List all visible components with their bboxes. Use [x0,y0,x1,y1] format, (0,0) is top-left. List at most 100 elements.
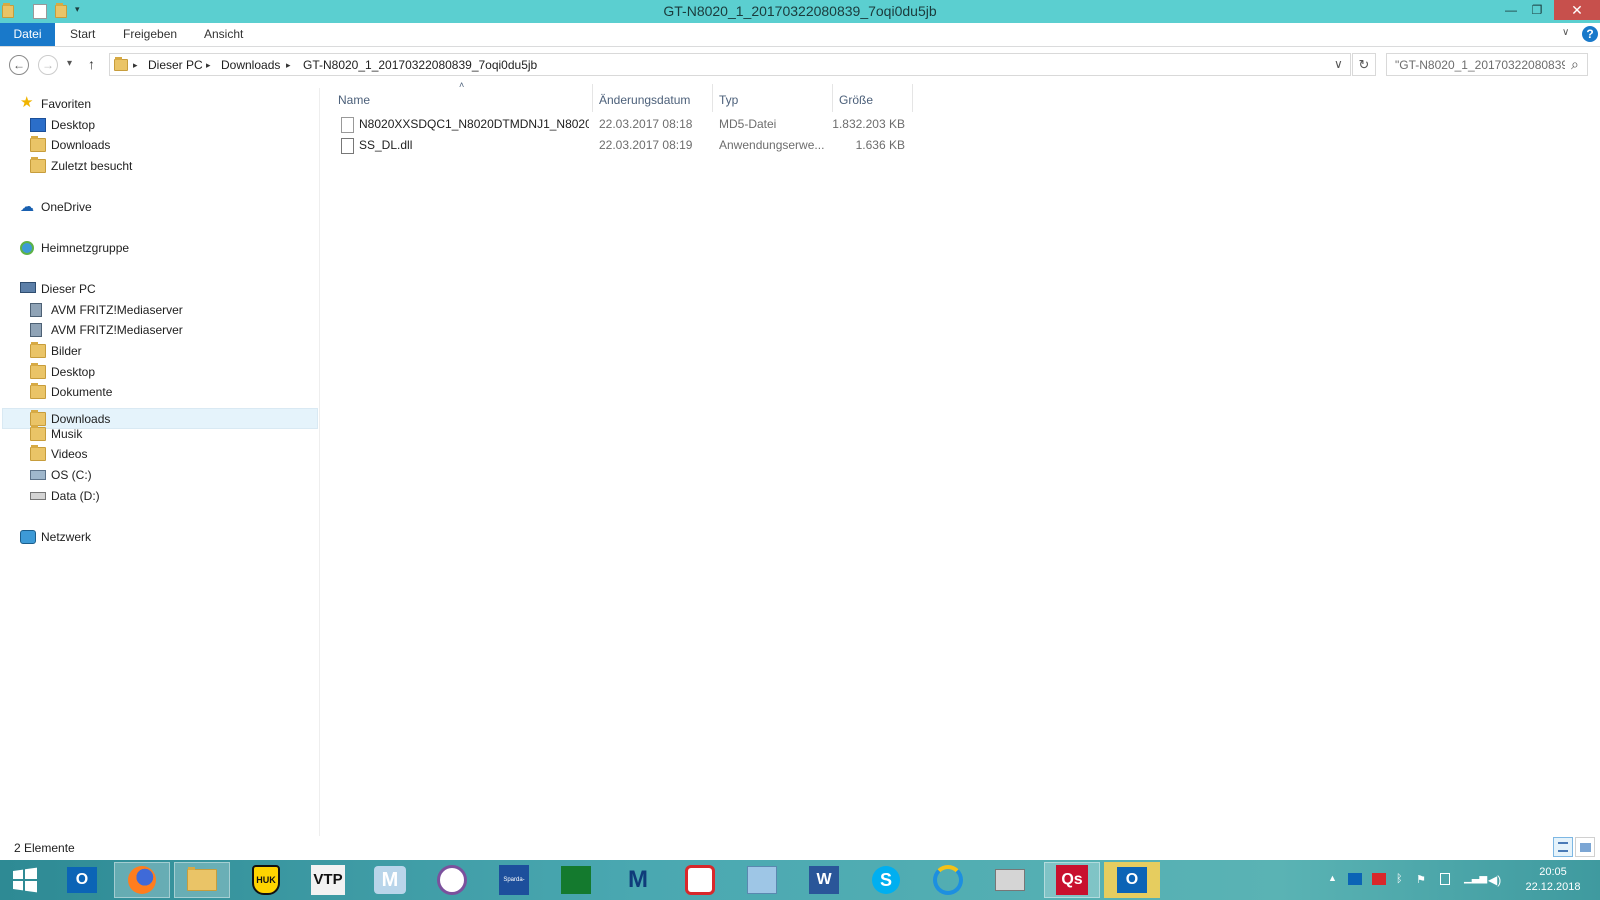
file-date: 22.03.2017 08:18 [599,117,693,131]
file-row[interactable]: SS_DL.dll 22.03.2017 08:19 Anwendungserw… [336,136,912,157]
close-button[interactable]: ✕ [1554,0,1600,20]
file-row[interactable]: N8020XXSDQC1_N8020DTMDNJ1_N8020... 22.03… [336,115,912,136]
network-icon [20,530,36,544]
column-header-size[interactable]: Größe [839,90,873,110]
address-bar[interactable]: ▸ Dieser PC ▸ Downloads ▸ GT-N8020_1_201… [109,53,1351,76]
tray-bluetooth-icon[interactable]: ᛒ [1396,873,1403,885]
media-server-icon [30,323,42,337]
drive-c-icon [30,470,46,480]
tray-flag-icon[interactable]: ⚑ [1416,873,1426,886]
column-header-name[interactable]: Name [338,90,370,110]
column-divider[interactable] [832,84,833,112]
music-folder-icon [30,425,46,441]
start-button[interactable] [0,862,50,898]
tray-signal-icon[interactable]: ▁▃▅ [1464,873,1487,884]
downloads-folder-icon [30,410,46,426]
tab-datei[interactable]: Datei [0,23,55,46]
tray-volume-icon[interactable]: ◀) [1488,873,1501,887]
skype-icon: S [872,866,900,894]
firefox-icon [128,866,156,894]
taskbar-file-explorer[interactable] [174,862,230,898]
taskbar-vtp[interactable]: VTP [300,862,356,898]
breadcrumb-current-folder[interactable]: GT-N8020_1_20170322080839_7oqi0du5jb [303,58,537,72]
navigation-pane: ★ Favoriten Desktop Downloads Zuletzt be… [0,88,320,836]
taskbar-outlook-active[interactable]: O [1104,862,1160,898]
taskbar-huk[interactable]: HUK [238,862,294,898]
large-icons-view-button[interactable] [1575,837,1595,857]
taskbar-skype[interactable]: S [858,862,914,898]
taskbar-printer[interactable] [982,862,1038,898]
viber-icon [437,865,467,895]
clock[interactable]: 20:05 22.12.2018 [1508,865,1598,895]
tab-freigeben[interactable]: Freigeben [109,23,191,46]
tray-show-hidden-icon[interactable]: ▲ [1328,873,1337,883]
file-explorer-icon [187,867,217,891]
back-button[interactable]: ← [9,55,29,75]
taskbar-finance-chart[interactable] [548,862,604,898]
details-view-button[interactable] [1553,837,1573,857]
column-divider[interactable] [592,84,593,112]
tab-ansicht[interactable]: Ansicht [190,23,257,46]
column-header-date[interactable]: Änderungsdatum [599,90,690,110]
large-icons-view-icon [1580,843,1591,852]
taskbar-viber[interactable] [424,862,480,898]
taskbar-qs-app[interactable]: Qs [1044,862,1100,898]
folder-icon [114,57,128,71]
printer-icon [995,869,1025,891]
recent-locations-icon[interactable]: ▾ [67,58,72,69]
tray-battery-icon[interactable] [1440,873,1450,885]
recent-places-icon [30,157,46,173]
control-panel-icon [747,866,777,894]
breadcrumb-separator[interactable]: ▸ [133,60,138,71]
taskbar-internet-explorer[interactable] [920,862,976,898]
file-icon [341,117,354,133]
column-divider[interactable] [712,84,713,112]
search-placeholder: "GT-N8020_1_20170322080839... [1395,58,1565,72]
taskbar-m-app[interactable]: M [362,862,418,898]
taskbar: O HUK VTP M Sparda-Bank M W S Qs [0,860,1600,900]
desktop-folder-icon [30,363,46,379]
minimize-button[interactable]: — [1498,0,1524,20]
breadcrumb-downloads[interactable]: Downloads [221,58,280,72]
taskbar-outlook[interactable]: O [54,862,110,898]
tab-start[interactable]: Start [56,23,109,46]
up-button[interactable]: ↑ [88,56,95,72]
restore-button[interactable]: ❐ [1524,0,1550,20]
taskbar-speedometer[interactable] [672,862,728,898]
tray-antivirus-icon[interactable] [1372,873,1386,885]
forward-button[interactable]: → [38,55,58,75]
internet-explorer-icon [933,865,963,895]
videos-folder-icon [30,445,46,461]
tray-outlook-icon[interactable] [1348,873,1362,885]
breadcrumb-dieser-pc[interactable]: Dieser PC [148,58,203,72]
outlook-icon: O [67,867,97,893]
desktop-icon [30,118,46,132]
chart-icon [561,866,591,894]
huk-shield-icon: HUK [252,865,280,895]
details-view-icon [1558,842,1568,852]
taskbar-m-blue[interactable]: M [610,862,666,898]
taskbar-control-panel[interactable] [734,862,790,898]
homegroup-icon [20,241,34,255]
address-dropdown-icon[interactable]: ∨ [1334,57,1343,71]
taskbar-sparda-bank[interactable]: Sparda-Bank [486,862,542,898]
title-bar: ▾ GT-N8020_1_20170322080839_7oqi0du5jb —… [0,0,1600,23]
media-server-icon [30,303,42,317]
search-input[interactable]: "GT-N8020_1_20170322080839... ⌕ [1386,53,1588,76]
m-app-icon: M [374,866,406,894]
qs-app-icon: Qs [1056,865,1088,895]
downloads-folder-icon [30,136,46,152]
help-icon[interactable]: ? [1582,26,1598,42]
column-header-type[interactable]: Typ [719,90,738,110]
column-divider[interactable] [912,84,913,112]
search-icon[interactable]: ⌕ [1571,56,1579,73]
m-logo-icon: M [628,866,648,893]
sort-indicator-icon: ˄ [459,80,465,90]
breadcrumb-separator[interactable]: ▸ [206,60,211,71]
refresh-button[interactable]: ↻ [1352,53,1376,76]
file-size: 1.636 KB [855,138,905,152]
breadcrumb-separator[interactable]: ▸ [286,60,291,71]
ribbon-collapse-icon[interactable]: ∨ [1562,27,1569,38]
taskbar-word[interactable]: W [796,862,852,898]
taskbar-firefox[interactable] [114,862,170,898]
